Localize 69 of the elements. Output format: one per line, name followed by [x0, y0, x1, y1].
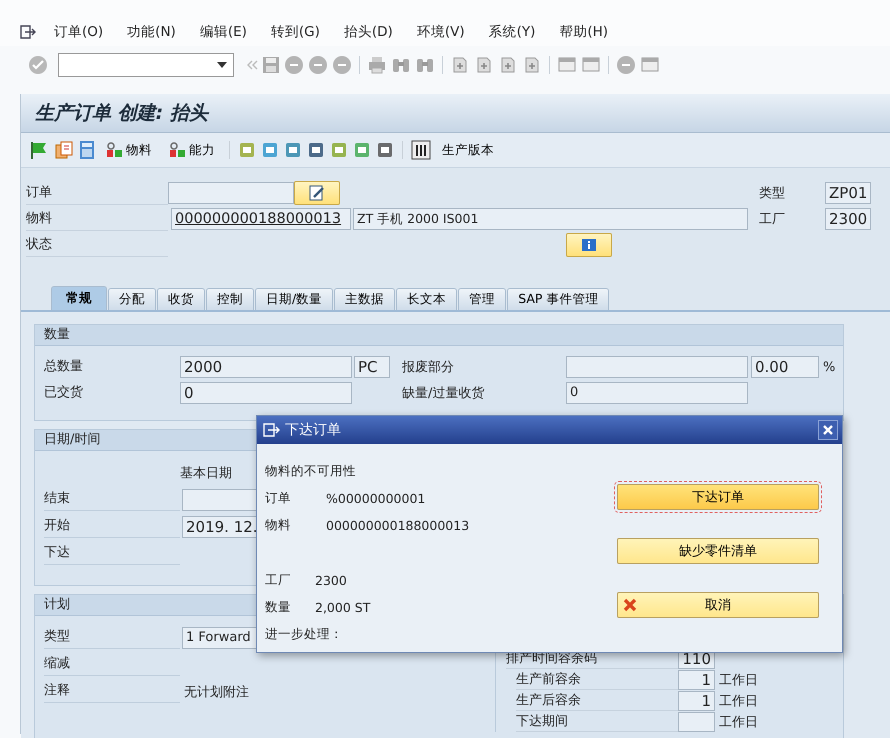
menu-item[interactable]: 编辑(E): [200, 23, 247, 41]
toolbar-button[interactable]: 生产版本: [436, 142, 500, 158]
field-label: 注释: [44, 680, 180, 703]
tab[interactable]: SAP 事件管理: [507, 288, 610, 310]
info-label: 订单: [265, 490, 292, 507]
field-label: 类型: [759, 185, 786, 202]
menu-item[interactable]: 环境(V): [416, 23, 465, 41]
column-header: 基本日期: [180, 464, 232, 482]
field-label: 类型: [44, 626, 180, 649]
field-label: 总数量: [44, 358, 84, 376]
toolbar-button[interactable]: 物料: [100, 142, 158, 158]
dialog-button[interactable]: 缺少零件清单: [617, 538, 819, 564]
dialog-button[interactable]: 下达订单: [617, 484, 819, 510]
group-title: 数量: [44, 327, 70, 342]
unit-label: 工作日: [719, 692, 758, 710]
field-label: 已交货: [44, 384, 84, 402]
tab[interactable]: 收货: [157, 288, 205, 310]
plant-field[interactable]: 2300: [825, 208, 871, 230]
tab[interactable]: 长文本: [396, 288, 458, 310]
unit-field[interactable]: PC: [354, 356, 390, 378]
tab[interactable]: 主数据: [334, 288, 396, 310]
dialog-title: 下达订单: [285, 421, 341, 439]
material-description-field: ZT 手机 2000 IS001: [353, 208, 748, 230]
field-label: 工厂: [759, 211, 786, 228]
shortage-field[interactable]: 0: [566, 382, 748, 404]
margin-field[interactable]: 1: [678, 690, 715, 710]
delivered-field[interactable]: 0: [180, 382, 352, 404]
field-label: 开始: [44, 515, 180, 538]
menu-item[interactable]: 系统(Y): [488, 23, 536, 41]
tab[interactable]: 日期/数量: [255, 288, 334, 310]
menu-item[interactable]: 抬头(D): [344, 23, 393, 41]
field-label: 缩减: [44, 653, 180, 676]
tab[interactable]: 分配: [108, 288, 156, 310]
quantity-field[interactable]: 2000: [180, 356, 352, 378]
info-label: 工厂: [265, 572, 292, 589]
menu-item[interactable]: 转到(G): [270, 23, 320, 41]
group-title: 日期/时间: [44, 432, 100, 447]
type-field[interactable]: ZP01: [825, 182, 871, 204]
field-label: 状态: [26, 234, 168, 256]
field-label: 物料: [26, 208, 168, 230]
group-title: 计划: [44, 597, 70, 612]
info-label: 数量: [265, 599, 292, 616]
percent-sign: %: [823, 360, 836, 374]
menu-item[interactable]: 帮助(H): [559, 23, 608, 41]
field-value: 无计划附注: [184, 684, 249, 700]
margin-field[interactable]: 1: [678, 670, 715, 690]
info-label: 物料: [265, 517, 292, 534]
info-value: %00000000001: [326, 491, 426, 506]
percent-field[interactable]: 0.00: [751, 356, 819, 378]
info-value: 2,000 ST: [315, 600, 370, 615]
field-label: 下达: [44, 542, 180, 565]
unit-label: 工作日: [719, 672, 758, 688]
field-label: 缺量/过量收货: [402, 385, 486, 402]
tab[interactable]: 控制: [206, 288, 254, 310]
dialog-button[interactable]: 取消: [617, 592, 819, 618]
prompt-text: 进一步处理：: [265, 625, 344, 643]
unit-label: 工作日: [719, 714, 758, 730]
tab[interactable]: 管理: [458, 288, 506, 310]
screen-title: 生产订单 创建: 抬头: [35, 101, 208, 126]
tab[interactable]: 常规: [51, 286, 107, 310]
dialog-heading: 物料的不可用性: [265, 462, 357, 480]
field-label: 报废部分: [402, 359, 455, 376]
menu-item[interactable]: 订单(O): [54, 23, 104, 41]
info-value: 2300: [315, 573, 347, 588]
material-number-field[interactable]: 000000000188000013: [171, 208, 351, 230]
menu-item[interactable]: 功能(N): [127, 23, 176, 41]
info-value: 000000000188000013: [326, 518, 470, 533]
toolbar-button[interactable]: 能力: [163, 142, 221, 158]
field-label: 结束: [44, 488, 180, 511]
